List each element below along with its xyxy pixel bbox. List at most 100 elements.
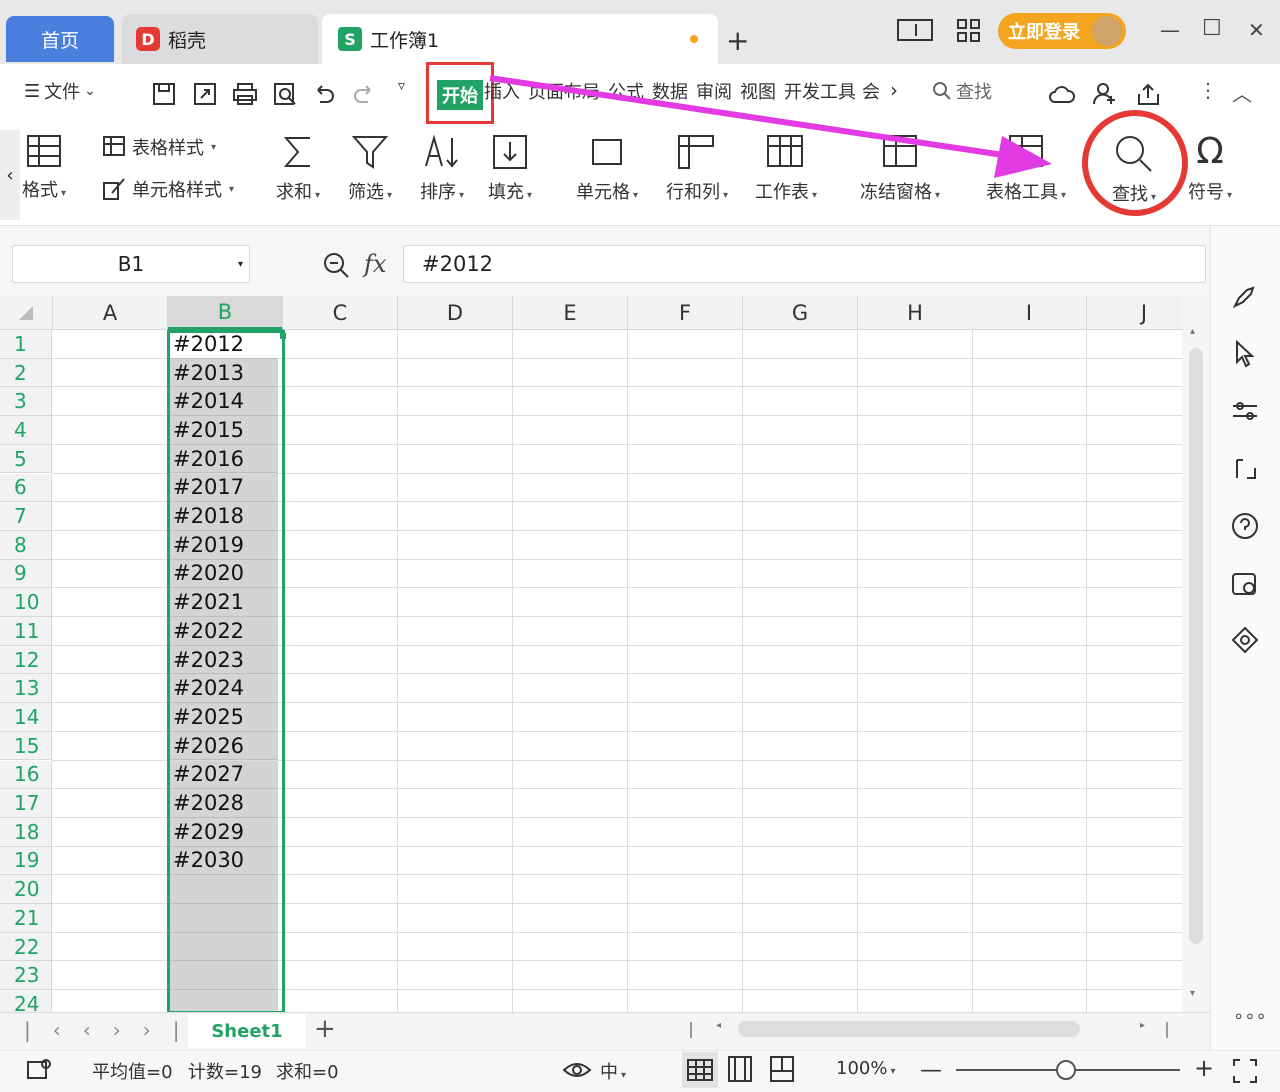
symbol-button[interactable]: Ω 符号 ▾ (1188, 134, 1232, 204)
rocket-icon[interactable] (1231, 284, 1257, 310)
horizontal-scroll-thumb[interactable] (738, 1021, 1080, 1037)
tab-workbook[interactable]: S 工作簿1 (322, 14, 718, 64)
row-header[interactable]: 14 (0, 703, 52, 732)
row-header[interactable]: 7 (0, 502, 52, 531)
row-header[interactable]: 3 (0, 387, 52, 417)
zoom-formula-icon[interactable] (322, 251, 350, 279)
sum-button[interactable]: 求和 ▾ (276, 134, 320, 204)
row-header[interactable]: 13 (0, 674, 52, 704)
split-handle-icon[interactable] (690, 1022, 692, 1038)
row-header[interactable]: 10 (0, 588, 52, 617)
scroll-left-icon[interactable]: ◂ (716, 1020, 721, 1031)
name-box[interactable]: B1 ▾ (12, 245, 250, 283)
row-header[interactable]: 11 (0, 617, 52, 646)
column-header-e[interactable]: E (513, 296, 628, 330)
diamond-tool-icon[interactable] (1231, 626, 1259, 654)
eye-protection-icon[interactable] (562, 1058, 592, 1082)
row-header[interactable]: 19 (0, 846, 52, 876)
row-header[interactable]: 8 (0, 530, 52, 560)
formula-input[interactable]: #2012 (403, 245, 1206, 283)
table-style-button[interactable]: 表格样式 ▾ (102, 134, 216, 160)
row-header[interactable]: 23 (0, 961, 52, 991)
normal-view-button[interactable] (682, 1052, 718, 1088)
column-header-d[interactable]: D (398, 296, 513, 330)
filter-button[interactable]: 筛选 ▾ (348, 134, 392, 204)
zoom-out-button[interactable]: — (920, 1058, 942, 1083)
input-method-button[interactable]: 中 ▾ (600, 1058, 626, 1084)
column-header-g[interactable]: G (743, 296, 858, 330)
adjust-icon[interactable] (1231, 398, 1259, 424)
print-icon[interactable] (232, 82, 258, 106)
function-fx-button[interactable]: fx (364, 250, 386, 278)
page-view-icon[interactable] (726, 1054, 754, 1084)
fullscreen-icon[interactable] (1232, 1058, 1258, 1084)
row-header[interactable]: 22 (0, 932, 52, 962)
page-break-view-icon[interactable] (768, 1054, 796, 1084)
column-header-a[interactable]: A (53, 296, 168, 330)
row-header[interactable]: 4 (0, 416, 52, 445)
row-header[interactable]: 6 (0, 473, 52, 503)
print-preview-icon[interactable] (273, 82, 297, 106)
zoom-in-button[interactable]: + (1194, 1054, 1214, 1082)
split-handle-icon[interactable] (1166, 1022, 1168, 1038)
more-options-icon[interactable]: ⋮ (1198, 78, 1218, 102)
tab-daoke[interactable]: D 稻壳 (122, 14, 318, 64)
sheet-nav-buttons[interactable]: |‹‹››| (24, 1018, 201, 1042)
row-header[interactable]: 24 (0, 990, 52, 1012)
tab-home[interactable]: 首页 (6, 16, 114, 62)
reading-mode-icon[interactable] (896, 18, 936, 44)
more-tools-icon[interactable]: ∘∘∘ (1233, 1006, 1267, 1027)
collapse-ribbon-icon[interactable]: ︿ (1232, 78, 1252, 107)
new-tab-button[interactable]: + (726, 24, 749, 57)
column-header-c[interactable]: C (283, 296, 398, 330)
apps-grid-icon[interactable] (956, 18, 982, 44)
cell-style-button[interactable]: 单元格样式 ▾ (102, 176, 234, 202)
table-format-button[interactable]: 格式 ▾ (22, 134, 66, 202)
column-header-i[interactable]: I (972, 296, 1087, 330)
column-header-h[interactable]: H (858, 296, 973, 330)
scroll-right-icon[interactable]: ▸ (1140, 1020, 1145, 1031)
file-menu[interactable]: ☰ 文件 ⌄ (24, 78, 96, 104)
row-header[interactable]: 12 (0, 645, 52, 675)
row-header[interactable]: 1 (0, 330, 52, 359)
redo-icon[interactable] (352, 82, 376, 106)
share-icon[interactable] (1136, 82, 1162, 106)
column-header-j[interactable]: J (1087, 296, 1182, 330)
zoom-slider-handle[interactable] (1056, 1060, 1076, 1080)
column-header-f[interactable]: F (628, 296, 743, 330)
zoom-level[interactable]: 100% ▾ (836, 1058, 896, 1079)
column-header-b[interactable]: B (168, 296, 283, 330)
vertical-scrollbar[interactable]: ▴ ▾ (1182, 296, 1210, 1012)
scroll-up-icon[interactable]: ▴ (1190, 326, 1195, 337)
help-icon[interactable] (1231, 512, 1259, 540)
transform-icon[interactable] (1233, 456, 1259, 482)
add-sheet-button[interactable]: + (314, 1014, 336, 1044)
select-all-corner[interactable] (0, 296, 53, 330)
export-icon[interactable] (193, 82, 217, 106)
row-header[interactable]: 9 (0, 559, 52, 589)
row-header[interactable]: 16 (0, 760, 52, 790)
quick-access-dropdown[interactable]: ▿ (398, 78, 405, 94)
maximize-button[interactable]: ☐ (1202, 16, 1222, 41)
row-header[interactable]: 15 (0, 731, 52, 761)
sort-button[interactable]: 排序 ▾ (420, 134, 464, 204)
scroll-down-icon[interactable]: ▾ (1190, 988, 1195, 999)
row-header[interactable]: 20 (0, 875, 52, 904)
undo-icon[interactable] (312, 82, 336, 106)
vertical-scroll-thumb[interactable] (1189, 348, 1203, 944)
macro-record-icon[interactable] (24, 1056, 54, 1084)
ribbon-scroll-left-button[interactable]: ‹ (0, 130, 20, 220)
row-header[interactable]: 17 (0, 789, 52, 818)
picture-tool-icon[interactable] (1231, 570, 1259, 598)
save-icon[interactable] (152, 82, 176, 106)
fill-handle[interactable] (280, 333, 286, 339)
row-header[interactable]: 5 (0, 444, 52, 474)
row-header[interactable]: 21 (0, 904, 52, 933)
minimize-button[interactable]: — (1160, 18, 1180, 42)
pointer-icon[interactable] (1233, 340, 1257, 368)
row-header[interactable]: 18 (0, 817, 52, 847)
share-user-icon[interactable] (1092, 82, 1118, 106)
row-header[interactable]: 2 (0, 358, 52, 388)
sheet-tab-sheet1[interactable]: Sheet1 (188, 1014, 306, 1048)
login-button[interactable]: 立即登录 (998, 13, 1126, 49)
